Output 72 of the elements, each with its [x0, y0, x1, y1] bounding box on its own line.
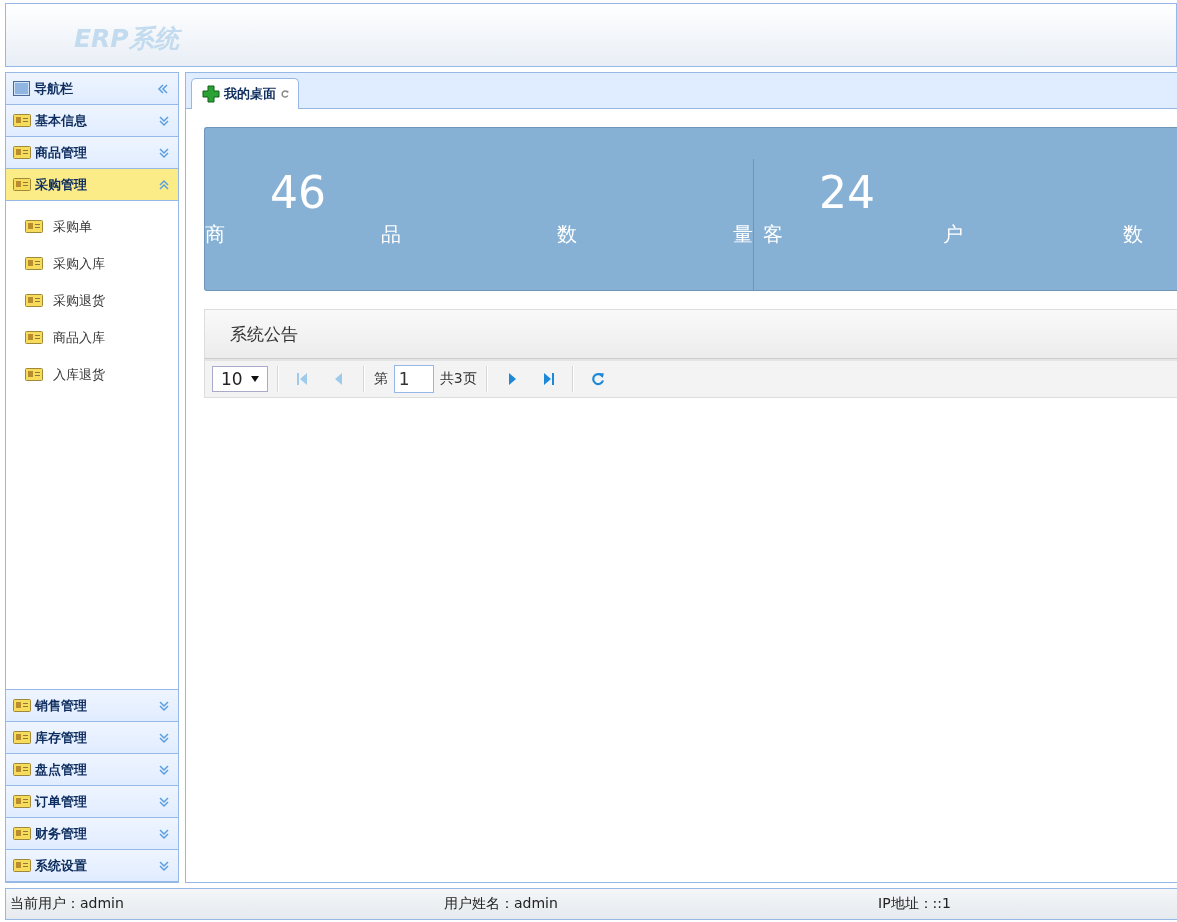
dropdown-caret-icon — [250, 376, 259, 382]
id-card-icon — [13, 795, 31, 808]
id-card-icon — [13, 859, 31, 872]
page-label: 第 — [373, 370, 388, 388]
expand-chevron-icon[interactable] — [158, 730, 170, 745]
panel-title: 系统公告 — [230, 322, 298, 346]
status-text: 当前用户：admin — [10, 895, 125, 913]
sidebar-title: 导航栏 — [34, 79, 74, 98]
section-label: 财务管理 — [35, 824, 88, 843]
id-card-icon — [25, 257, 43, 270]
section-label: 基本信息 — [35, 111, 88, 130]
section-label: 订单管理 — [35, 792, 88, 811]
id-card-icon — [25, 368, 43, 381]
id-card-icon — [13, 114, 31, 127]
expand-chevron-icon[interactable] — [158, 698, 170, 713]
tab[interactable]: 我的桌面 — [191, 78, 299, 109]
page-number-field[interactable]: 1 — [393, 365, 434, 393]
window-icon — [13, 81, 30, 96]
id-card-icon — [25, 294, 43, 307]
status-text: 用户姓名：admin — [444, 895, 559, 913]
collapse-chevron-icon[interactable] — [158, 177, 170, 192]
expand-chevron-icon[interactable] — [158, 826, 170, 841]
stat-value: 46 — [270, 167, 327, 219]
id-card-icon — [25, 220, 43, 233]
accordion-header[interactable]: 销售管理 — [6, 690, 178, 722]
refresh-icon — [589, 371, 606, 387]
reload-icon[interactable] — [280, 89, 290, 99]
id-card-icon — [25, 331, 43, 344]
expand-chevron-icon[interactable] — [158, 762, 170, 777]
expand-chevron-icon[interactable] — [158, 145, 170, 160]
tab-label: 我的桌面 — [224, 85, 276, 103]
expand-chevron-icon[interactable] — [158, 113, 170, 128]
accordion-header[interactable]: 采购管理 — [6, 169, 178, 201]
menu-item[interactable]: 入库退货 — [6, 356, 178, 393]
menu-item[interactable]: 商品入库 — [6, 319, 178, 356]
menu-item-label: 入库退货 — [53, 365, 105, 384]
menu-item-label: 采购单 — [53, 217, 92, 236]
status-text: IP地址：::1 — [878, 895, 952, 913]
id-card-icon — [13, 146, 31, 159]
menu-item-label: 商品入库 — [53, 328, 105, 347]
plus-icon — [202, 85, 220, 103]
accordion-header[interactable]: 系统设置 — [6, 850, 178, 882]
collapse-sidebar-icon[interactable] — [156, 82, 170, 95]
accordion-header[interactable]: 商品管理 — [6, 137, 178, 169]
accordion-header[interactable]: 财务管理 — [6, 818, 178, 850]
stat-value: 24 — [819, 167, 876, 219]
id-card-icon — [13, 178, 31, 191]
id-card-icon — [13, 763, 31, 776]
id-card-icon — [13, 731, 31, 744]
accordion-header[interactable]: 订单管理 — [6, 786, 178, 818]
expand-chevron-icon[interactable] — [158, 794, 170, 809]
section-label: 系统设置 — [35, 856, 88, 875]
page-size-select[interactable]: 10 — [212, 366, 268, 392]
page-total: 共3页 — [439, 370, 477, 388]
accordion-header[interactable]: 盘点管理 — [6, 754, 178, 786]
accordion-header[interactable]: 基本信息 — [6, 105, 178, 137]
section-label: 库存管理 — [35, 728, 88, 747]
menu-item-label: 采购退货 — [53, 291, 105, 310]
section-label: 销售管理 — [35, 696, 88, 715]
expand-chevron-icon[interactable] — [158, 858, 170, 873]
stat-label: 商品数量 — [205, 221, 753, 247]
section-label: 商品管理 — [35, 143, 88, 162]
menu-item-label: 采购入库 — [53, 254, 105, 273]
id-card-icon — [13, 699, 31, 712]
section-label: 盘点管理 — [35, 760, 88, 779]
menu-item[interactable]: 采购入库 — [6, 245, 178, 282]
accordion-header[interactable]: 库存管理 — [6, 722, 178, 754]
section-label: 采购管理 — [35, 175, 88, 194]
menu-item[interactable]: 采购退货 — [6, 282, 178, 319]
menu-item[interactable]: 采购单 — [6, 208, 178, 245]
id-card-icon — [13, 827, 31, 840]
stat-label: 客户数 — [762, 221, 1143, 247]
